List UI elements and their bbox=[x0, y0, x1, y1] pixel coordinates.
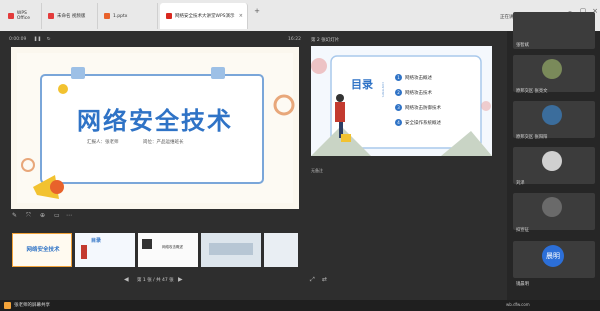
thumbnail-3[interactable]: 网络攻击概述 bbox=[138, 233, 198, 267]
pointer-icon[interactable]: ⤧ bbox=[26, 212, 31, 220]
toc-item: 4 安全操作系统概述 bbox=[395, 115, 475, 130]
toc-item: 2 网络攻击技术 bbox=[395, 85, 475, 100]
toc-subheading: CONTENTS bbox=[381, 82, 385, 98]
next-slide-preview[interactable]: 目录 CONTENTS 1 网络攻击概述 2 网络攻击技术 3 网络攻击防御技术… bbox=[311, 46, 492, 156]
close-tab-icon[interactable]: × bbox=[239, 13, 243, 19]
zoom-icon[interactable]: ⊕ bbox=[40, 212, 45, 219]
thumbnail-4[interactable] bbox=[201, 233, 261, 267]
new-tab-icon[interactable]: + bbox=[252, 6, 262, 16]
more-icon[interactable]: ⋯ bbox=[66, 212, 72, 219]
prev-slide-icon[interactable]: ◀ bbox=[124, 276, 129, 283]
tab-wps[interactable]: WPS Office bbox=[2, 3, 42, 29]
subtitle-icon[interactable]: ▭ bbox=[54, 212, 60, 219]
footer-url: wb.dfw.com bbox=[506, 302, 530, 307]
pause-icon[interactable]: ❚❚ bbox=[34, 37, 42, 42]
participant-avatar-initials: 晨明 bbox=[542, 245, 564, 267]
fullscreen-icon[interactable]: ⤢ bbox=[310, 276, 315, 284]
elapsed-timer: 0:00:09 bbox=[9, 37, 27, 42]
tab-video[interactable]: 未命名 视频版 bbox=[42, 3, 98, 29]
clock-time: 16:22 bbox=[288, 37, 301, 42]
slide-title: 网络安全技术 bbox=[77, 107, 233, 135]
ppt-icon bbox=[104, 13, 110, 19]
thumbnail-5[interactable] bbox=[264, 233, 298, 267]
toc-item: 1 网络攻击概述 bbox=[395, 70, 475, 85]
toc-heading: 目录 bbox=[351, 78, 373, 91]
participant-avatar bbox=[542, 151, 562, 171]
ppt-icon bbox=[166, 13, 172, 19]
screen: WPS Office 未命名 视频版 1.pptx 网络安全技术大讲堂WPS演示… bbox=[0, 0, 600, 311]
tab-pptx[interactable]: 1.pptx bbox=[98, 3, 158, 29]
bottom-status-bar: 张老师的屏幕共享 wb.dfw.com bbox=[0, 300, 600, 311]
toc-item: 3 网络攻击防御技术 bbox=[395, 100, 475, 115]
swap-display-icon[interactable]: ⇄ bbox=[322, 276, 327, 283]
thumbnail-2[interactable]: 目录 bbox=[75, 233, 135, 267]
reset-icon[interactable]: ↻ bbox=[47, 37, 51, 42]
next-slide-label: 第 2 张幻灯片 bbox=[311, 38, 340, 43]
slide-reporter: 汇报人：张老师 bbox=[87, 140, 119, 145]
thumbnail-1[interactable]: 网络安全技术 bbox=[12, 233, 72, 267]
current-slide: 网络安全技术 汇报人：张老师 岗位：产品运维班长 bbox=[11, 47, 299, 209]
share-status[interactable]: 张老师的屏幕共享 bbox=[14, 302, 50, 308]
presenter-toolbar: 0:00:09 ❚❚ ↻ 16:22 bbox=[9, 37, 301, 47]
toc-list: 1 网络攻击概述 2 网络攻击技术 3 网络攻击防御技术 4 安全操作系统概述 bbox=[395, 70, 475, 130]
notes-label: 无备注 bbox=[311, 168, 323, 173]
file-icon bbox=[48, 13, 54, 19]
participant-avatar bbox=[542, 197, 562, 217]
wps-icon bbox=[8, 13, 14, 19]
next-slide-icon[interactable]: ▶ bbox=[178, 276, 183, 283]
share-icon bbox=[4, 302, 11, 309]
participant-avatar bbox=[542, 105, 562, 125]
slide-department: 岗位：产品运维班长 bbox=[143, 140, 184, 145]
tab-presentation[interactable]: 网络安全技术大讲堂WPS演示 × bbox=[160, 3, 248, 29]
page-indicator: 第 1 张 / 共 47 张 bbox=[137, 278, 174, 283]
participant-avatar bbox=[542, 59, 562, 79]
pen-tool-icon[interactable]: ✎ bbox=[12, 212, 17, 219]
browser-tab-bar: WPS Office 未命名 视频版 1.pptx 网络安全技术大讲堂WPS演示… bbox=[0, 0, 600, 31]
